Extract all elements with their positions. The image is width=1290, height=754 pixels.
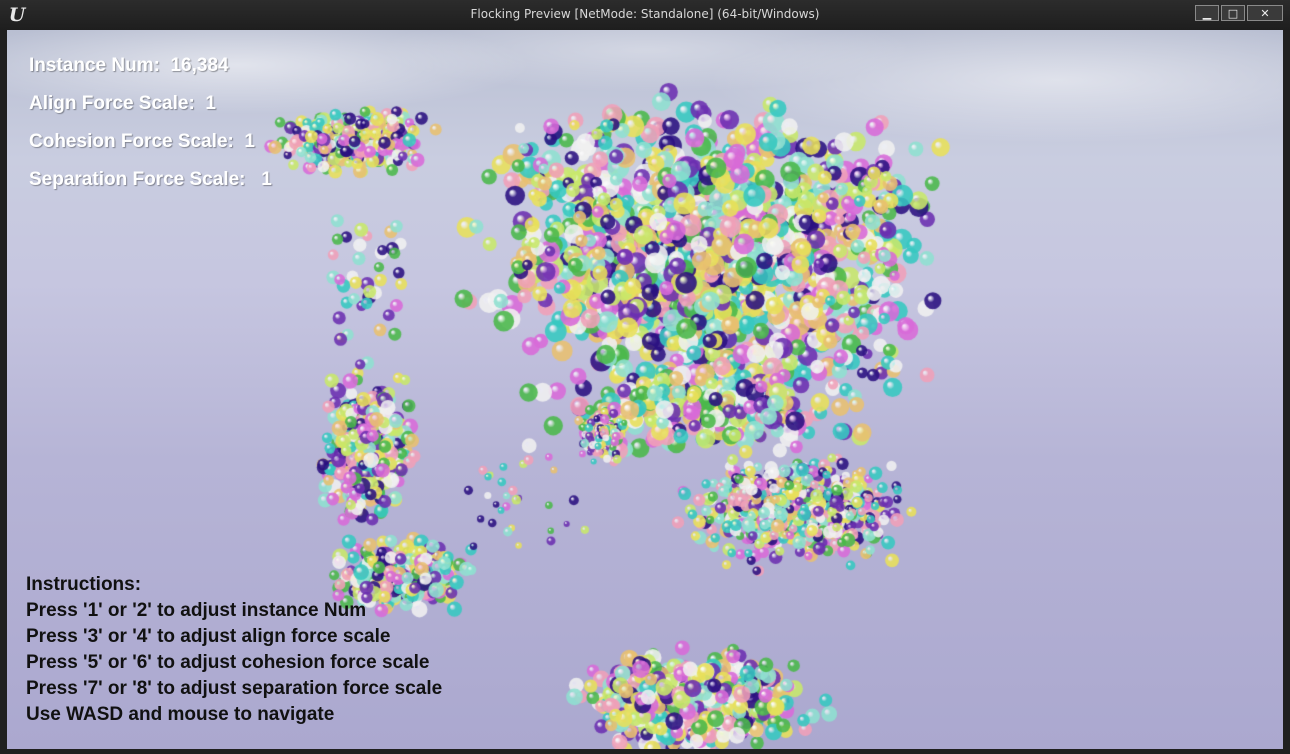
window-title: Flocking Preview [NetMode: Standalone] (… [470, 7, 820, 21]
instructions-panel: Instructions: Press '1' or '2' to adjust… [26, 574, 442, 730]
title-bar[interactable]: U Flocking Preview [NetMode: Standalone]… [0, 0, 1290, 30]
game-viewport[interactable]: Instance Num: 16,384 Align Force Scale: … [7, 30, 1283, 749]
stat-align-force: Align Force Scale: 1 [29, 93, 216, 114]
stat-cohesion-force: Cohesion Force Scale: 1 [29, 131, 255, 152]
instruction-line: Press '7' or '8' to adjust separation fo… [26, 678, 443, 699]
instruction-line: Use WASD and mouse to navigate [26, 704, 335, 725]
maximize-button[interactable]: □ [1221, 5, 1245, 21]
game-window: U Flocking Preview [NetMode: Standalone]… [0, 0, 1290, 754]
instruction-line: Press '3' or '4' to adjust align force s… [26, 626, 391, 647]
instruction-line: Press '5' or '6' to adjust cohesion forc… [26, 652, 430, 673]
close-button[interactable]: ✕ [1247, 5, 1283, 21]
stats-panel: Instance Num: 16,384 Align Force Scale: … [29, 56, 272, 208]
instruction-line: Press '1' or '2' to adjust instance Num [26, 600, 367, 621]
stat-separation-force: Separation Force Scale: 1 [29, 169, 272, 190]
minimize-button[interactable]: ▁ [1195, 5, 1219, 21]
stat-instance-num: Instance Num: 16,384 [29, 55, 229, 76]
window-controls: ▁ □ ✕ [1193, 5, 1283, 21]
instructions-heading: Instructions: [26, 574, 142, 595]
